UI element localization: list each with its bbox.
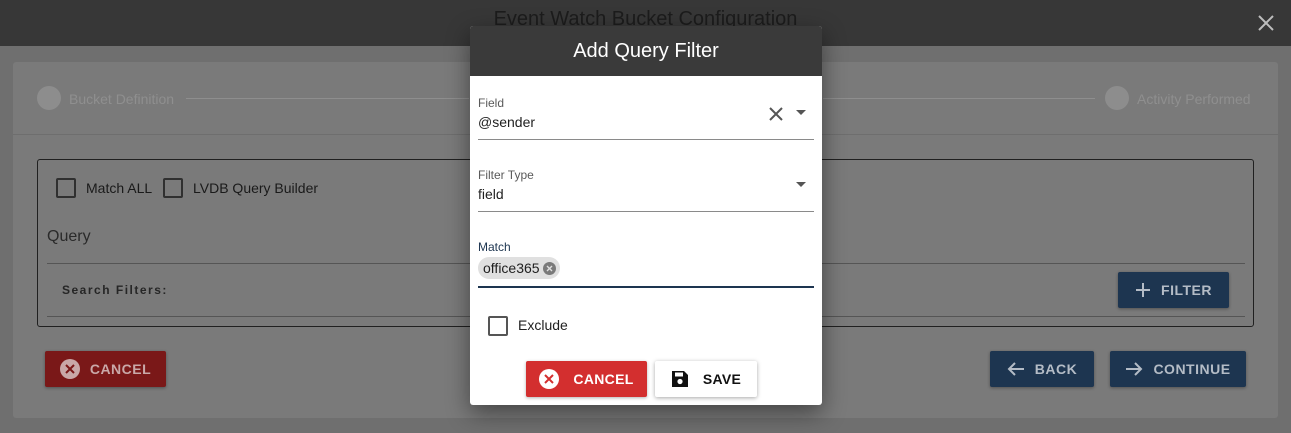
cancel-button[interactable]: CANCEL <box>45 351 166 387</box>
close-icon[interactable] <box>1251 8 1281 38</box>
add-filter-button[interactable]: FILTER <box>1118 272 1229 308</box>
dialog-save-label: SAVE <box>702 371 742 387</box>
match-all-checkbox[interactable] <box>56 178 76 198</box>
step-connector <box>823 98 1095 99</box>
clear-icon[interactable] <box>766 104 786 124</box>
search-filters-label: Search Filters: <box>62 283 168 297</box>
continue-button[interactable]: CONTINUE <box>1110 351 1246 387</box>
cancel-circle-icon <box>539 369 560 389</box>
field-select[interactable]: Field @sender <box>478 96 814 140</box>
match-chip[interactable]: office365 <box>478 257 560 279</box>
match-underline <box>478 286 814 288</box>
dialog-save-button[interactable]: SAVE <box>655 361 757 397</box>
filter-type-value: field <box>478 186 504 202</box>
field-underline <box>478 139 814 140</box>
query-input-label: Query <box>47 228 91 245</box>
exclude-checkbox[interactable] <box>488 316 508 336</box>
exclude-label: Exclude <box>518 317 568 333</box>
dialog-title: Add Query Filter <box>573 39 719 62</box>
step-connector <box>186 98 469 99</box>
chip-remove-icon[interactable] <box>542 261 556 275</box>
step-label-activity-performed: Activity Performed <box>1137 91 1251 107</box>
filter-type-underline <box>478 211 814 212</box>
cancel-circle-icon <box>59 359 80 379</box>
arrow-left-icon <box>1007 362 1024 376</box>
add-query-filter-dialog: Add Query Filter Field @sender Filter Ty… <box>470 26 822 405</box>
cancel-label: CANCEL <box>89 361 152 377</box>
lvdb-query-builder-label: LVDB Query Builder <box>193 180 319 196</box>
back-label: BACK <box>1034 361 1078 377</box>
match-label: Match <box>478 240 511 254</box>
chevron-down-icon[interactable] <box>796 182 806 187</box>
add-filter-label: FILTER <box>1161 282 1212 298</box>
match-chip-label: office365 <box>483 260 540 276</box>
lvdb-query-builder-checkbox[interactable] <box>163 178 183 198</box>
save-icon <box>671 371 688 387</box>
chevron-down-icon[interactable] <box>796 110 806 115</box>
arrow-right-icon <box>1126 362 1143 376</box>
field-value: @sender <box>478 114 536 130</box>
dialog-cancel-button[interactable]: CANCEL <box>526 361 647 397</box>
match-all-label: Match ALL <box>86 180 153 196</box>
match-input[interactable]: Match office365 <box>478 240 814 288</box>
step-indicator <box>1105 86 1129 110</box>
dialog-header: Add Query Filter <box>470 26 822 76</box>
back-button[interactable]: BACK <box>990 351 1094 387</box>
step-indicator <box>37 86 61 110</box>
continue-label: CONTINUE <box>1153 361 1231 377</box>
plus-icon <box>1136 283 1151 297</box>
field-label: Field <box>478 96 505 110</box>
filter-type-select[interactable]: Filter Type field <box>478 168 814 212</box>
step-label-bucket-definition: Bucket Definition <box>69 91 175 107</box>
filter-type-label: Filter Type <box>478 168 534 182</box>
dialog-cancel-label: CANCEL <box>573 371 634 387</box>
